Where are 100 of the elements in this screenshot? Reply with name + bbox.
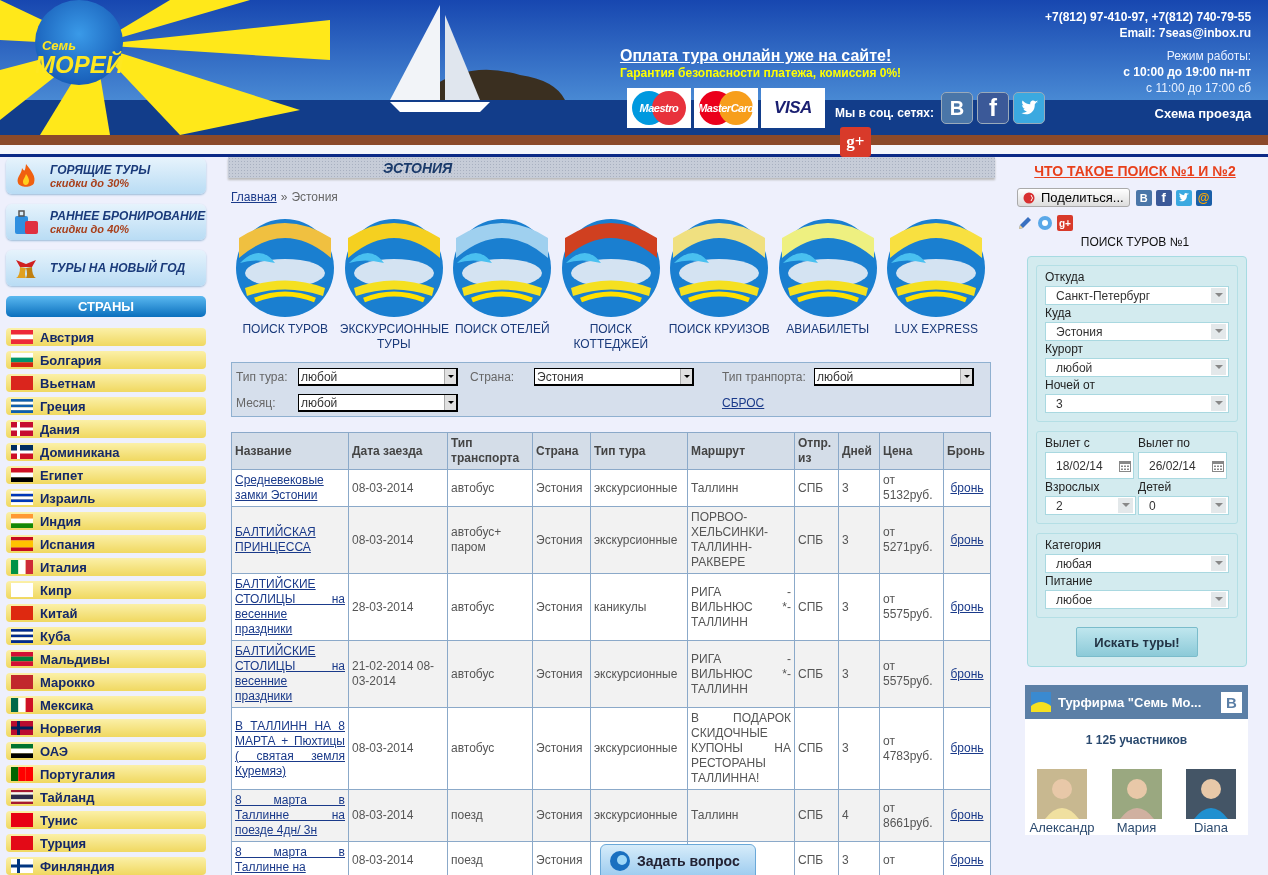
field-label: Курорт — [1045, 341, 1085, 358]
country-item[interactable]: ОАЭ — [6, 742, 206, 760]
dropdown[interactable]: любой — [1045, 358, 1229, 377]
country-item[interactable]: Марокко — [6, 673, 206, 691]
table-cell: Таллинн — [691, 480, 739, 495]
calendar-icon[interactable] — [1212, 459, 1224, 472]
country-item[interactable]: Тунис — [6, 811, 206, 829]
dropdown[interactable]: любое — [1045, 590, 1229, 609]
country-item[interactable]: Португалия — [6, 765, 206, 783]
country-item[interactable]: Турция — [6, 834, 206, 852]
country-item[interactable]: Доминикана — [6, 443, 206, 461]
member-name[interactable]: Мария — [1116, 820, 1157, 835]
flag-icon — [11, 330, 33, 344]
filter-select[interactable]: любой — [814, 368, 974, 386]
flag-icon — [11, 767, 33, 781]
country-item[interactable]: Китай — [6, 604, 206, 622]
country-item[interactable]: Израиль — [6, 489, 206, 507]
calendar-icon[interactable] — [1119, 459, 1131, 472]
speaker-icon — [1023, 191, 1037, 204]
vk-icon[interactable]: B — [1221, 691, 1242, 713]
table-cell: Эстония — [536, 852, 583, 867]
flag-icon — [11, 468, 33, 482]
field-label: Детей — [1138, 479, 1173, 496]
members-count: 1 125 участников — [1084, 733, 1189, 747]
country-item[interactable]: Вьетнам — [6, 374, 206, 392]
twitter-icon[interactable] — [1013, 92, 1045, 124]
country-item[interactable]: Норвегия — [6, 719, 206, 737]
country-item[interactable]: Болгария — [6, 351, 206, 369]
breadcrumb-link[interactable]: Главная — [231, 190, 277, 204]
column-header: Дней — [838, 432, 880, 470]
reset-link[interactable]: СБРОС — [722, 396, 814, 410]
date-field[interactable]: 26/02/14 — [1138, 452, 1227, 479]
dropdown[interactable]: 2 — [1045, 496, 1136, 515]
info-link[interactable]: ЧТО ТАКОЕ ПОИСК №1 И №2 — [1034, 163, 1236, 179]
filter-label: Месяц: — [236, 396, 277, 410]
google-plus-icon[interactable]: g+ — [1057, 215, 1073, 231]
member-name[interactable]: Александр — [1029, 820, 1095, 835]
vk-icon[interactable]: B — [941, 92, 973, 124]
avatar[interactable] — [1186, 769, 1236, 819]
booking-link[interactable]: бронь — [950, 599, 984, 614]
promo-banner[interactable]: РАННЕЕ БРОНИРОВАНИЕ скидки до 40% — [6, 204, 206, 240]
country-item[interactable]: Финляндия — [6, 857, 206, 875]
country-item[interactable]: Мексика — [6, 696, 206, 714]
category-link[interactable]: ПОИСК ТУРОВ — [231, 218, 340, 352]
table-cell: 08-03-2014 — [352, 480, 414, 495]
payment-link[interactable]: Оплата тура онлайн уже на сайте! — [619, 46, 892, 65]
share-button[interactable]: Поделиться... — [1017, 188, 1130, 207]
country-item[interactable]: Кипр — [6, 581, 206, 599]
country-item[interactable]: Куба — [6, 627, 206, 645]
flag-icon — [11, 445, 33, 459]
facebook-icon[interactable]: f — [1155, 189, 1172, 206]
filter-select[interactable]: любой — [298, 394, 458, 412]
facebook-icon[interactable]: f — [977, 92, 1009, 124]
table-cell: 3 — [842, 599, 849, 614]
promo-banner[interactable]: ТУРЫ НА НОВЫЙ ГОД — [6, 250, 206, 286]
table-cell: каникулы — [594, 599, 647, 614]
member-name[interactable]: Diana — [1194, 820, 1228, 835]
promo-banner[interactable]: ГОРЯЩИЕ ТУРЫ скидки до 30% — [6, 158, 206, 194]
country-item[interactable]: Тайланд — [6, 788, 206, 806]
country-item[interactable]: Египет — [6, 466, 206, 484]
flag-icon — [11, 859, 33, 873]
category-link[interactable]: ПОИСК КОТТЕДЖЕЙ — [556, 218, 665, 352]
country-item[interactable]: Австрия — [6, 328, 206, 346]
country-item[interactable]: Дания — [6, 420, 206, 438]
dropdown[interactable]: Эстония — [1045, 322, 1229, 341]
flag-icon — [11, 606, 33, 620]
vk-icon[interactable]: B — [1135, 189, 1152, 206]
country-item[interactable]: Испания — [6, 535, 206, 553]
pencil-icon[interactable] — [1017, 215, 1033, 231]
category-link[interactable]: ЭКСКУРСИОННЫЕ ТУРЫ — [339, 218, 448, 352]
table-cell: Эстония — [536, 480, 583, 495]
category-link[interactable]: LUX EXPRESS — [882, 218, 991, 352]
booking-link[interactable]: бронь — [950, 666, 984, 681]
booking-link[interactable]: бронь — [950, 808, 984, 822]
dropdown[interactable]: 0 — [1138, 496, 1229, 515]
table-cell: РИГА - ВИЛЬНЮС *- ТАЛЛИНН — [691, 651, 791, 696]
country-item[interactable]: Индия — [6, 512, 206, 530]
category-link[interactable]: ПОИСК ОТЕЛЕЙ — [448, 218, 557, 352]
category-link[interactable]: ПОИСК КРУИЗОВ — [665, 218, 774, 352]
table-cell: Эстония — [536, 532, 583, 547]
email-address: Email: 7seas@inbox.ru — [1119, 25, 1252, 41]
country-item[interactable]: Италия — [6, 558, 206, 576]
directions-link[interactable]: Схема проезда — [1154, 106, 1252, 122]
table-cell: ПОРВОО-ХЕЛЬСИНКИ-ТАЛЛИНН-РАКВЕРЕ — [691, 510, 769, 569]
country-item[interactable]: Греция — [6, 397, 206, 415]
dropdown[interactable]: Санкт-Петербург — [1045, 286, 1229, 305]
dropdown[interactable]: 3 — [1045, 394, 1229, 413]
ask-question-button[interactable]: Задать вопрос — [600, 844, 756, 875]
category-link[interactable]: АВИАБИЛЕТЫ — [773, 218, 882, 352]
dropdown[interactable]: любая — [1045, 554, 1229, 573]
filter-select[interactable]: любой — [298, 368, 458, 386]
filter-select[interactable]: Эстония — [534, 368, 694, 386]
table-cell: СПБ — [798, 480, 824, 495]
country-item[interactable]: Мальдивы — [6, 650, 206, 668]
date-field[interactable]: 18/02/14 — [1045, 452, 1134, 479]
booking-link[interactable]: бронь — [950, 741, 984, 755]
search-button[interactable]: Искать туры! — [1076, 627, 1198, 657]
booking-link[interactable]: бронь — [950, 532, 984, 547]
twitter-icon[interactable] — [1175, 189, 1192, 206]
google-plus-icon[interactable]: g+ — [839, 127, 871, 157]
